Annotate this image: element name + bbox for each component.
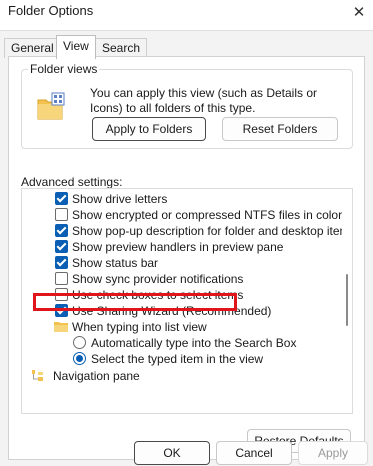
dialog-body: General View Search Folder views You can… <box>0 30 373 466</box>
navigation-pane-icon <box>32 370 43 381</box>
list-item-label: Automatically type into the Search Box <box>91 336 297 350</box>
list-item-label: Use check boxes to select items <box>72 288 244 302</box>
show-preview-handlers-checkbox[interactable] <box>55 240 68 253</box>
use-check-boxes-checkbox[interactable] <box>55 288 68 301</box>
list-item-label: When typing into list view <box>72 320 207 334</box>
show-status-bar-checkbox[interactable] <box>55 256 68 269</box>
tab-general[interactable]: General <box>4 38 61 58</box>
list-item-label: Show preview handlers in preview pane <box>72 240 284 254</box>
folder-icon <box>54 322 68 332</box>
tab-search[interactable]: Search <box>95 38 148 58</box>
show-encrypted-checkbox[interactable] <box>55 208 68 221</box>
list-item-label: Select the typed item in the view <box>91 352 264 366</box>
list-item-label: Show status bar <box>72 256 159 270</box>
show-drive-letters-checkbox[interactable] <box>55 192 68 205</box>
folder-views-group: Folder views You can apply this view (su… <box>21 62 353 149</box>
tab-view[interactable]: View <box>56 35 96 59</box>
list-item-label: Show encrypted or compressed NTFS files … <box>72 208 343 222</box>
tree-scrollbar[interactable] <box>342 189 352 413</box>
ok-button[interactable]: OK <box>134 441 210 465</box>
show-sync-provider-notifications-checkbox[interactable] <box>55 272 68 285</box>
show-popup-description-checkbox[interactable] <box>55 224 68 237</box>
list-item-label: Navigation pane <box>53 369 140 383</box>
scrollbar-thumb[interactable] <box>346 274 348 326</box>
list-item-label: Use Sharing Wizard (Recommended) <box>72 304 272 318</box>
window-title: Folder Options <box>8 3 94 18</box>
folder-views-legend: Folder views <box>28 62 100 76</box>
use-sharing-wizard-checkbox[interactable] <box>55 304 68 317</box>
auto-type-search-radio[interactable] <box>73 336 86 349</box>
folder-views-description: You can apply this view (such as Details… <box>90 86 318 115</box>
select-typed-item-radio[interactable] <box>73 352 86 365</box>
view-tab-panel: Folder views You can apply this view (su… <box>8 56 365 460</box>
folder-view-icon <box>37 92 65 120</box>
apply-button[interactable]: Apply <box>298 441 368 465</box>
cancel-button[interactable]: Cancel <box>216 441 292 465</box>
list-item-label: Show sync provider notifications <box>72 272 244 286</box>
apply-to-folders-button[interactable]: Apply to Folders <box>92 117 206 141</box>
reset-folders-button[interactable]: Reset Folders <box>222 117 338 141</box>
advanced-settings-label: Advanced settings: <box>21 175 123 189</box>
list-item-label: Show drive letters <box>72 192 168 206</box>
title-bar: Folder Options ✕ <box>0 0 373 30</box>
list-item-label: Show pop-up description for folder and d… <box>72 224 353 238</box>
advanced-settings-tree[interactable]: Show drive letters Show encrypted or com… <box>21 188 353 414</box>
close-icon[interactable]: ✕ <box>345 0 373 24</box>
